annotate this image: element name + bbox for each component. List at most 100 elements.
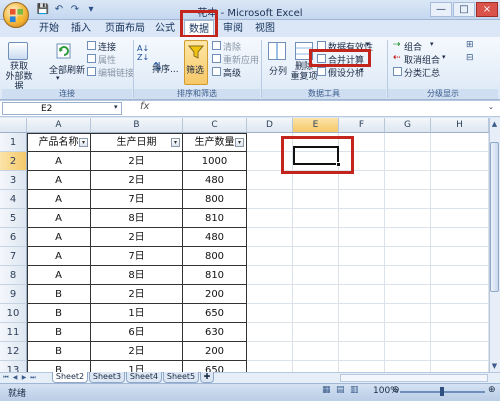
cell[interactable] [247, 228, 293, 247]
next-sheet-icon[interactable]: ▶ [20, 373, 28, 382]
text-to-columns-button[interactable]: 分列 [269, 64, 287, 77]
column-header[interactable]: H [431, 118, 489, 133]
group-dropdown-icon[interactable]: ▾ [430, 40, 434, 48]
page-break-view-icon[interactable]: ▥ [350, 385, 359, 395]
column-header[interactable]: G [385, 118, 431, 133]
table-cell[interactable]: A [27, 247, 91, 266]
first-sheet-icon[interactable]: ⏮ [2, 373, 10, 382]
table-cell[interactable]: 630 [183, 323, 247, 342]
filter-dropdown-icon[interactable]: ▾ [79, 138, 88, 147]
row-header[interactable]: 11 [0, 323, 27, 342]
cell[interactable] [247, 190, 293, 209]
cell[interactable] [247, 285, 293, 304]
cell[interactable] [293, 247, 339, 266]
zoom-in-icon[interactable]: ⊕ [488, 385, 496, 395]
minimize-button[interactable]: — [430, 2, 452, 17]
tab-insert[interactable]: 插入 [68, 20, 94, 37]
ungroup-button[interactable]: 取消组合 [404, 53, 440, 66]
cell[interactable] [385, 152, 431, 171]
cell[interactable] [431, 171, 489, 190]
table-cell[interactable]: 650 [183, 304, 247, 323]
data-validation-dropdown-icon[interactable]: ▾ [366, 40, 370, 48]
show-detail-icon[interactable]: ⊞ [466, 40, 474, 50]
table-cell[interactable]: 800 [183, 190, 247, 209]
save-icon[interactable]: 💾 [36, 3, 50, 16]
what-if-analysis-button[interactable]: 假设分析 [328, 66, 364, 79]
row-header[interactable]: 2 [0, 152, 27, 171]
filter-dropdown-icon[interactable]: ▾ [235, 138, 244, 147]
table-cell[interactable]: 8日 [91, 266, 183, 285]
row-header[interactable]: 4 [0, 190, 27, 209]
table-cell[interactable]: 1000 [183, 152, 247, 171]
table-cell[interactable]: 480 [183, 171, 247, 190]
cell[interactable] [385, 228, 431, 247]
close-button[interactable]: × [476, 2, 498, 17]
cell[interactable] [431, 323, 489, 342]
table-cell[interactable]: A [27, 152, 91, 171]
cell[interactable] [339, 228, 385, 247]
cell[interactable] [385, 171, 431, 190]
cell[interactable] [431, 152, 489, 171]
undo-icon[interactable]: ↶ [52, 3, 66, 16]
table-cell[interactable]: 6日 [91, 323, 183, 342]
row-header[interactable]: 10 [0, 304, 27, 323]
row-header[interactable]: 1 [0, 133, 27, 152]
column-header[interactable]: C [183, 118, 247, 133]
what-if-dropdown-icon[interactable]: ▾ [360, 66, 364, 74]
column-header[interactable]: E [293, 118, 339, 133]
prev-sheet-icon[interactable]: ◀ [11, 373, 19, 382]
cell[interactable] [431, 304, 489, 323]
office-button[interactable] [3, 2, 29, 28]
cell[interactable] [339, 247, 385, 266]
reapply-button[interactable]: 重新应用 [223, 53, 259, 66]
table-cell[interactable]: 200 [183, 285, 247, 304]
cell[interactable] [293, 190, 339, 209]
cell[interactable] [385, 323, 431, 342]
cell[interactable] [431, 209, 489, 228]
cell[interactable] [293, 266, 339, 285]
page-layout-view-icon[interactable]: ▤ [336, 385, 345, 395]
customize-qat-icon[interactable]: ▾ [84, 3, 98, 16]
scroll-up-icon[interactable]: ▲ [490, 119, 499, 129]
table-cell[interactable]: 8日 [91, 209, 183, 228]
insert-sheet-icon[interactable]: ✚ [200, 372, 214, 383]
cell[interactable] [339, 266, 385, 285]
column-header[interactable]: B [91, 118, 183, 133]
sheet-tab[interactable]: Sheet2 [52, 372, 88, 383]
ungroup-dropdown-icon[interactable]: ▾ [442, 53, 446, 61]
cell[interactable] [339, 190, 385, 209]
cell[interactable] [385, 209, 431, 228]
tab-formulas[interactable]: 公式 [152, 20, 178, 37]
clear-button[interactable]: 清除 [223, 40, 241, 53]
cell[interactable] [385, 247, 431, 266]
zoom-out-icon[interactable]: ⊖ [392, 385, 400, 395]
row-header[interactable]: 3 [0, 171, 27, 190]
table-cell[interactable]: A [27, 190, 91, 209]
cell[interactable] [293, 285, 339, 304]
column-header[interactable]: D [247, 118, 293, 133]
subtotal-button[interactable]: 分类汇总 [404, 66, 440, 79]
refresh-all-button[interactable]: 全部刷新 [49, 63, 85, 76]
table-header-cell[interactable]: 生产日期 [91, 133, 183, 152]
cell[interactable] [385, 133, 431, 152]
formula-input[interactable] [156, 102, 484, 115]
cell[interactable] [385, 190, 431, 209]
table-cell[interactable]: 2日 [91, 171, 183, 190]
sort-az-icon[interactable]: A↓ Z↓ [137, 44, 149, 62]
cell[interactable] [339, 209, 385, 228]
refresh-icon[interactable] [55, 43, 73, 59]
column-header[interactable]: F [339, 118, 385, 133]
normal-view-icon[interactable]: ▦ [322, 385, 331, 395]
cell[interactable] [247, 323, 293, 342]
cell[interactable] [247, 342, 293, 361]
cell[interactable] [293, 342, 339, 361]
cell[interactable] [293, 304, 339, 323]
cell[interactable] [339, 323, 385, 342]
last-sheet-icon[interactable]: ⏭ [29, 373, 37, 382]
table-cell[interactable]: 7日 [91, 247, 183, 266]
table-cell[interactable]: 810 [183, 266, 247, 285]
table-cell[interactable]: 7日 [91, 190, 183, 209]
row-header[interactable]: 8 [0, 266, 27, 285]
row-header[interactable]: 7 [0, 247, 27, 266]
expand-formula-bar-icon[interactable]: ⌄ [488, 103, 494, 111]
